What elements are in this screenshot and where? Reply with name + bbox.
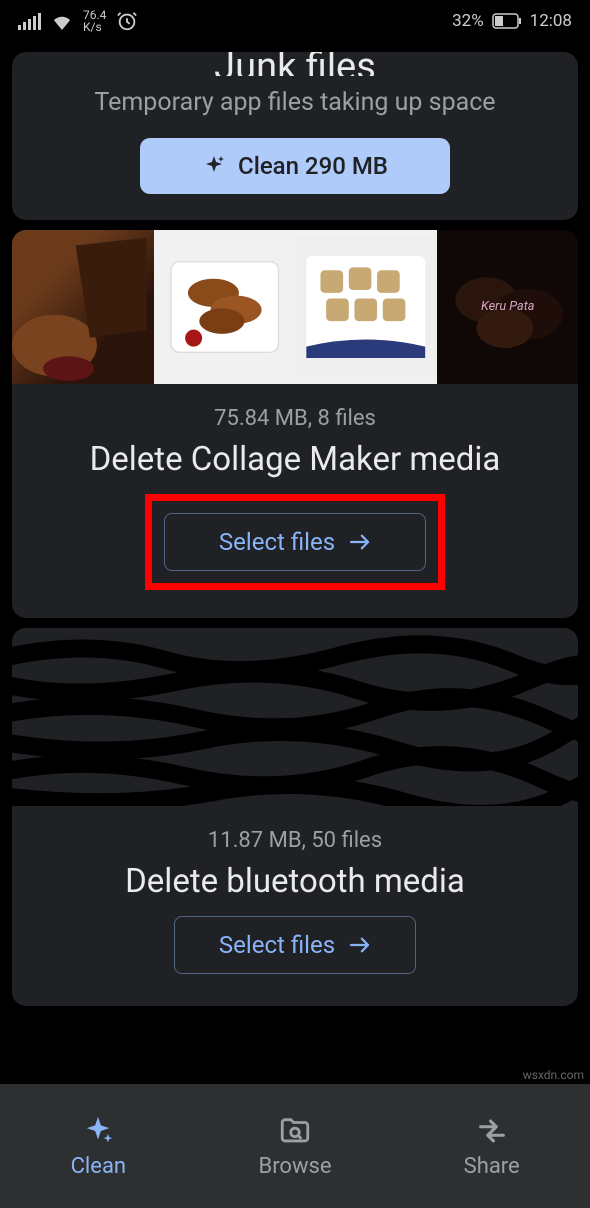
- thumbnail-2[interactable]: [154, 230, 296, 384]
- arrow-right-icon: [349, 533, 371, 551]
- junk-subtitle: Temporary app files taking up space: [12, 76, 578, 138]
- watermark: wsxdn.com: [523, 1068, 584, 1082]
- arrow-right-icon: [349, 936, 371, 954]
- collage-select-button[interactable]: Select files: [164, 513, 426, 571]
- collage-meta: 75.84 MB, 8 files: [12, 406, 578, 431]
- sparkle-icon: [81, 1114, 115, 1148]
- battery-icon: [492, 13, 522, 29]
- status-right: 32% 12:08: [452, 11, 572, 31]
- collage-select-label: Select files: [219, 528, 335, 556]
- wifi-icon: [51, 12, 73, 30]
- folder-search-icon: [278, 1114, 312, 1148]
- nav-share[interactable]: Share: [393, 1084, 590, 1208]
- nav-clean-label: Clean: [71, 1154, 126, 1179]
- bluetooth-meta: 11.87 MB, 50 files: [12, 828, 578, 853]
- sparkle-icon: [202, 154, 226, 178]
- clean-button[interactable]: Clean 290 MB: [140, 138, 450, 194]
- thumbnail-1[interactable]: [12, 230, 154, 384]
- net-speed-unit: K/s: [83, 21, 106, 33]
- bluetooth-card: 11.87 MB, 50 files Delete bluetooth medi…: [12, 628, 578, 1006]
- thumbnails-row: Keru Pata: [12, 230, 578, 384]
- bluetooth-select-button[interactable]: Select files: [174, 916, 416, 974]
- clean-button-label: Clean 290 MB: [238, 152, 388, 180]
- nav-browse[interactable]: Browse: [197, 1084, 394, 1208]
- junk-files-card: Junk files Temporary app files taking up…: [12, 52, 578, 220]
- bluetooth-title: Delete bluetooth media: [12, 853, 578, 916]
- bluetooth-select-label: Select files: [219, 931, 335, 959]
- collage-title: Delete Collage Maker media: [12, 431, 578, 494]
- redacted-thumbnails: [12, 628, 578, 806]
- thumbnail-3[interactable]: [295, 230, 437, 384]
- signal-icon: [18, 13, 41, 30]
- nav-browse-label: Browse: [258, 1154, 331, 1179]
- junk-title: Junk files: [12, 52, 578, 76]
- clock-time: 12:08: [530, 11, 572, 31]
- content-scroll[interactable]: Junk files Temporary app files taking up…: [0, 52, 590, 1006]
- collage-card: Keru Pata 75.84 MB, 8 files Delete Colla…: [12, 230, 578, 618]
- nav-share-label: Share: [464, 1154, 520, 1179]
- net-speed: 76.4 K/s: [83, 9, 106, 33]
- status-bar: 76.4 K/s 32% 12:08: [0, 0, 590, 42]
- share-arrows-icon: [475, 1114, 509, 1148]
- bottom-nav: Clean Browse Share: [0, 1084, 590, 1208]
- status-left: 76.4 K/s: [18, 9, 138, 33]
- thumbnail-4[interactable]: Keru Pata: [437, 230, 579, 384]
- battery-percentage: 32%: [452, 11, 484, 31]
- highlight-annotation: Select files: [145, 494, 445, 590]
- svg-text:Keru Pata: Keru Pata: [481, 299, 534, 314]
- nav-clean[interactable]: Clean: [0, 1084, 197, 1208]
- alarm-icon: [116, 10, 138, 32]
